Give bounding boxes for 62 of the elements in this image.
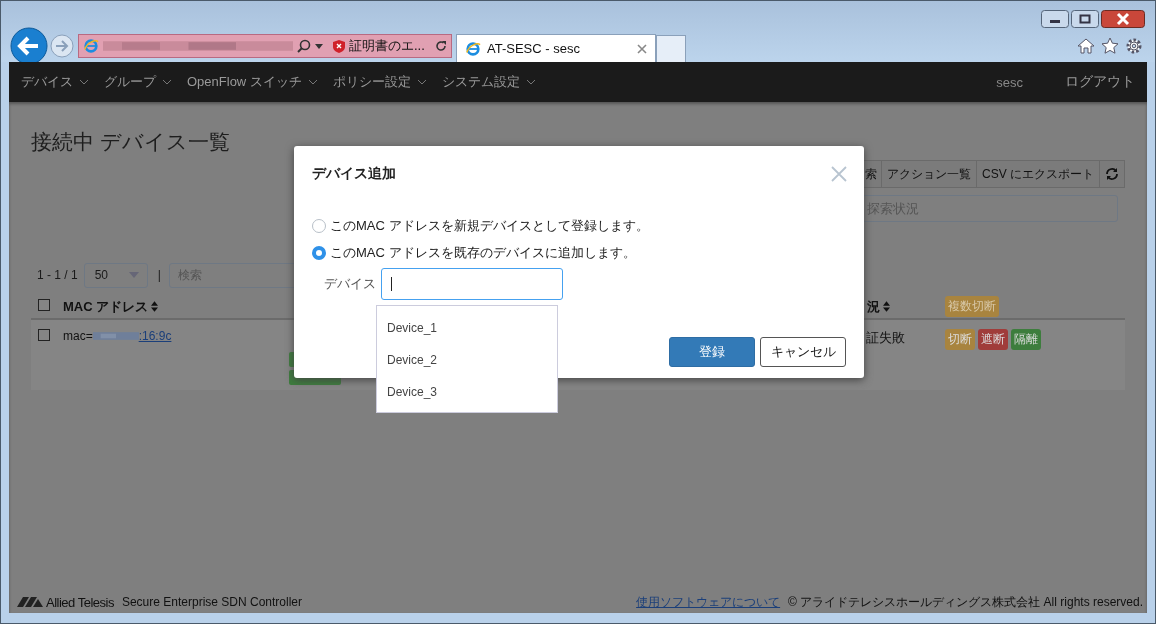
caret-icon[interactable] — [526, 79, 535, 85]
logout-link[interactable]: ログアウト — [1065, 73, 1135, 91]
nav-menu-item[interactable]: OpenFlow スイッチ — [187, 73, 317, 91]
suggestion-item[interactable]: Device_3 — [377, 376, 557, 408]
caret-icon[interactable] — [80, 79, 88, 85]
sort-icon[interactable] — [151, 301, 159, 312]
caret-icon[interactable] — [163, 79, 171, 85]
back-icon[interactable] — [10, 27, 48, 65]
logo-icon — [17, 597, 43, 607]
search-icon[interactable] — [297, 39, 311, 53]
close-button[interactable] — [1101, 10, 1145, 28]
toolbar-button[interactable]: アクション一覧 — [881, 160, 977, 188]
column-header[interactable]: MAC アドレス — [63, 297, 149, 316]
refresh-button[interactable] — [1099, 160, 1125, 188]
page-size-select[interactable]: 50 — [83, 262, 148, 288]
page-title: 接続中 デバイス一覧 — [31, 129, 230, 155]
browser-logo-icon — [465, 40, 481, 57]
pagination-count: 1 - 1 / 1 — [37, 268, 78, 282]
settings-icon[interactable] — [1125, 37, 1143, 55]
user-name[interactable]: sesc — [996, 74, 1023, 90]
register-button[interactable]: 登録 — [669, 337, 755, 367]
dialog-title: デバイス追加 — [312, 165, 396, 183]
nav-menu-item[interactable]: ポリシー設定 — [332, 73, 426, 91]
radio-button[interactable] — [312, 246, 326, 260]
browser-tab[interactable]: AT-SESC - sesc — [456, 34, 656, 62]
address-bar[interactable]: 証明書のエ... — [78, 34, 452, 58]
action-button[interactable]: 遮断 — [978, 329, 1008, 350]
caret-icon[interactable] — [315, 43, 323, 49]
product-name: Secure Enterprise SDN Controller — [121, 595, 302, 609]
refresh-icon[interactable] — [435, 40, 447, 52]
brand-name: Allied Telesis — [46, 594, 114, 610]
certificate-error-text[interactable]: 証明書のエ... — [349, 37, 431, 55]
checkbox[interactable] — [38, 299, 50, 311]
suggestion-item[interactable]: Device_1 — [377, 312, 557, 344]
nav-menu-item[interactable]: システム設定 — [441, 73, 535, 91]
minimize-button[interactable] — [1041, 10, 1069, 28]
mac-label: mac= — [63, 329, 93, 343]
maximize-button[interactable] — [1071, 10, 1099, 28]
separator-text: | — [157, 268, 161, 282]
home-icon[interactable] — [1077, 37, 1095, 55]
option-label[interactable]: このMAC アドレスを既存のデバイスに追加します。 — [330, 244, 636, 262]
table-cell-text: 証失敗 — [865, 329, 906, 347]
shield-icon — [333, 39, 345, 53]
sync-icon — [1105, 167, 1119, 181]
device-input-field[interactable] — [381, 268, 563, 300]
nav-menu-item[interactable]: グループ — [104, 73, 171, 91]
caret-icon[interactable] — [308, 79, 317, 85]
action-button[interactable]: 隔離 — [1011, 329, 1041, 350]
browser-logo-icon — [83, 38, 99, 54]
close-tab-icon[interactable] — [637, 43, 647, 54]
checkbox[interactable] — [38, 329, 50, 341]
cancel-button[interactable]: キャンセル — [760, 337, 846, 367]
blurred-address-drawing — [92, 331, 139, 341]
sort-icon[interactable] — [883, 301, 890, 312]
column-header[interactable]: 況 — [867, 297, 880, 316]
star-icon[interactable] — [1101, 37, 1119, 55]
option-label[interactable]: このMAC アドレスを新規デバイスとして登録します。 — [330, 217, 649, 235]
copyright-text: © アライドテレシスホールディングス株式会社 All rights reserved. — [788, 593, 1143, 611]
caret-icon[interactable] — [417, 79, 426, 85]
toolbar-button[interactable]: CSV にエクスポート — [976, 160, 1100, 188]
suggestion-item[interactable]: Device_2 — [377, 344, 557, 376]
nav-menu-item[interactable]: デバイス — [21, 73, 88, 91]
